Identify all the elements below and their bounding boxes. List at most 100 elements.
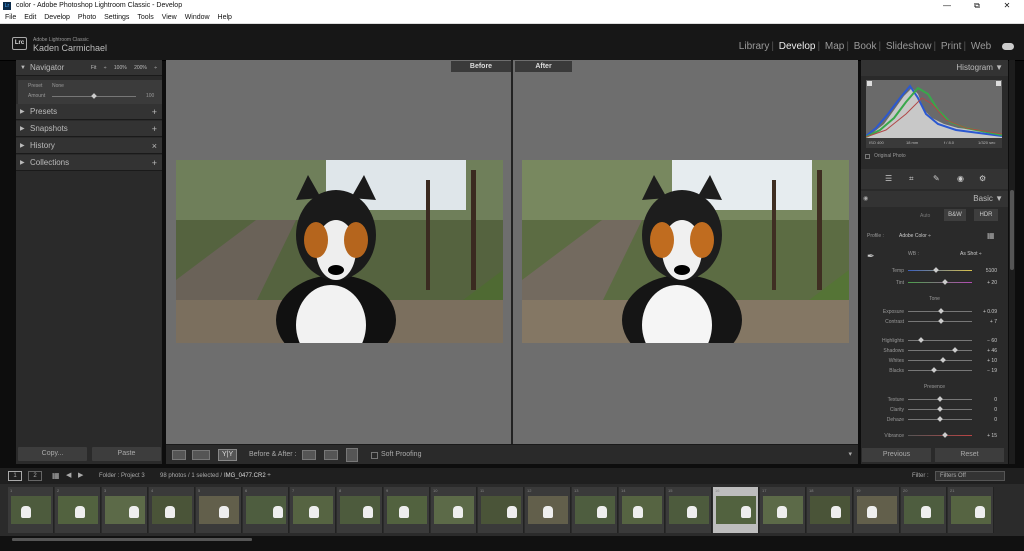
copy-button[interactable]: Copy... [18, 447, 87, 461]
slider-track[interactable] [908, 270, 972, 271]
basic-header[interactable]: Basic ▼ [861, 191, 1008, 207]
navigator-zoom-options[interactable]: Fit ÷ 100% 200% ÷ [91, 60, 157, 76]
menu-window[interactable]: Window [185, 14, 210, 21]
histogram[interactable] [866, 80, 1002, 138]
profile-dropdown[interactable]: Adobe Color ÷ [899, 233, 931, 239]
secondary-window-button[interactable]: 2 [28, 471, 42, 481]
filmstrip-thumbnail[interactable]: 4 [149, 487, 195, 533]
back-arrow-icon[interactable]: ◀ [66, 471, 71, 479]
module-book[interactable]: Book [854, 41, 877, 52]
folder-source[interactable]: Folder : Project 3 [99, 473, 145, 479]
filmstrip-thumbnail[interactable]: 10 [431, 487, 477, 533]
zoom-fit[interactable]: Fit ÷ [91, 65, 107, 71]
profile-browser-icon[interactable]: ▦ [987, 231, 995, 240]
treatment-auto[interactable]: Auto [920, 213, 930, 219]
menu-view[interactable]: View [162, 14, 177, 21]
menu-help[interactable]: Help [218, 14, 232, 21]
menu-tools[interactable]: Tools [137, 14, 153, 21]
visibility-eye-icon[interactable]: ◉ [863, 195, 868, 202]
module-slideshow[interactable]: Slideshow [886, 41, 932, 52]
filmstrip-thumbnail[interactable]: 15 [666, 487, 712, 533]
module-web[interactable]: Web [971, 41, 991, 52]
slider-value[interactable]: + 20 [977, 280, 997, 286]
slider-value[interactable]: + 10 [977, 358, 997, 364]
previous-button[interactable]: Previous [862, 448, 931, 462]
filmstrip-thumbnail[interactable]: 12 [525, 487, 571, 533]
filmstrip-scroll-thumb[interactable] [12, 538, 252, 541]
menu-develop[interactable]: Develop [44, 14, 70, 21]
after-photo[interactable] [522, 160, 849, 343]
presets-header[interactable]: ▶ Presets + [16, 104, 162, 120]
before-photo[interactable] [176, 160, 503, 343]
paste-button[interactable]: Paste [92, 447, 161, 461]
wb-eyedropper-icon[interactable]: ✒ [867, 251, 875, 262]
preset-value[interactable]: None [52, 83, 64, 89]
close-button[interactable]: ✕ [992, 0, 1022, 12]
slider-track[interactable] [908, 350, 972, 351]
slider-value[interactable]: + 46 [977, 348, 997, 354]
toolbar-menu-chevron-icon[interactable]: ▾ [848, 450, 852, 458]
slider-value[interactable]: + 0.09 [977, 309, 997, 315]
slider-value[interactable]: 0 [977, 397, 997, 403]
filmstrip-thumbnail[interactable]: 13 [572, 487, 618, 533]
clear-history-icon[interactable]: × [152, 138, 157, 154]
histogram-header[interactable]: Histogram ▼ [861, 60, 1008, 76]
filmstrip-thumbnail[interactable]: 17 [760, 487, 806, 533]
slider-value[interactable]: + 7 [977, 319, 997, 325]
forward-arrow-icon[interactable]: ▶ [78, 471, 83, 479]
crop-icon[interactable]: ⌗ [909, 174, 914, 184]
filmstrip-thumbnail[interactable]: 16 [713, 487, 759, 533]
copy-before-to-after-icon[interactable] [302, 450, 316, 460]
slider-value[interactable]: + 15 [977, 433, 997, 439]
shadow-clipping-icon[interactable] [867, 81, 872, 86]
slider-track[interactable] [908, 435, 972, 436]
history-header[interactable]: ▶ History × [16, 138, 162, 154]
filmstrip-thumbnail[interactable]: 2 [55, 487, 101, 533]
collections-header[interactable]: ▶ Collections + [16, 155, 162, 171]
amount-slider-thumb[interactable] [91, 93, 97, 99]
soft-proofing-checkbox[interactable] [371, 452, 378, 459]
healing-icon[interactable]: ✎ [933, 174, 940, 183]
slider-track[interactable] [908, 282, 972, 283]
filmstrip-thumbnail[interactable]: 6 [243, 487, 289, 533]
menu-edit[interactable]: Edit [24, 14, 36, 21]
filmstrip-thumbnail[interactable]: 11 [478, 487, 524, 533]
zoom-200[interactable]: 200% ÷ [134, 65, 157, 71]
edit-sliders-icon[interactable]: ☰ [885, 174, 892, 183]
add-snapshot-icon[interactable]: + [152, 121, 157, 137]
menu-settings[interactable]: Settings [104, 14, 129, 21]
highlight-clipping-icon[interactable] [996, 81, 1001, 86]
minimize-button[interactable]: — [932, 0, 962, 12]
filmstrip-thumbnail[interactable]: 8 [337, 487, 383, 533]
add-collection-icon[interactable]: + [152, 155, 157, 171]
filmstrip-thumbnail[interactable]: 18 [807, 487, 853, 533]
filter-dropdown[interactable]: Filters Off [935, 471, 1005, 481]
module-map[interactable]: Map [825, 41, 844, 52]
zoom-100[interactable]: 100% [114, 65, 127, 71]
treatment-bw[interactable]: B&W [944, 209, 966, 221]
before-after-mode-button[interactable]: Y|Y [218, 449, 238, 461]
copy-after-to-before-icon[interactable] [324, 450, 338, 460]
filmstrip-thumbnail[interactable]: 5 [196, 487, 242, 533]
add-preset-icon[interactable]: + [152, 104, 157, 120]
filmstrip-thumbnail[interactable]: 1 [8, 487, 54, 533]
treatment-hdr[interactable]: HDR [974, 209, 998, 221]
slider-value[interactable]: 5100 [977, 268, 997, 274]
filmstrip-thumbnail[interactable]: 3 [102, 487, 148, 533]
cloud-icon[interactable] [1002, 42, 1014, 50]
slider-value[interactable]: 0 [977, 407, 997, 413]
filmstrip-thumbnail[interactable]: 21 [948, 487, 994, 533]
grid-view-icon[interactable]: ▦ [52, 471, 60, 480]
swap-before-after-icon[interactable] [346, 448, 358, 462]
slider-value[interactable]: 0 [977, 417, 997, 423]
reset-button[interactable]: Reset [935, 448, 1004, 462]
module-print[interactable]: Print [941, 41, 962, 52]
filmstrip-thumbnail[interactable]: 9 [384, 487, 430, 533]
slider-value[interactable]: − 19 [977, 368, 997, 374]
snapshots-header[interactable]: ▶ Snapshots + [16, 121, 162, 137]
main-window-button[interactable]: 1 [8, 471, 22, 481]
original-photo-checkbox[interactable] [865, 154, 870, 159]
compare-view-icon[interactable] [192, 450, 210, 460]
filmstrip-thumbnail[interactable]: 7 [290, 487, 336, 533]
red-eye-icon[interactable]: ◉ [957, 174, 964, 183]
